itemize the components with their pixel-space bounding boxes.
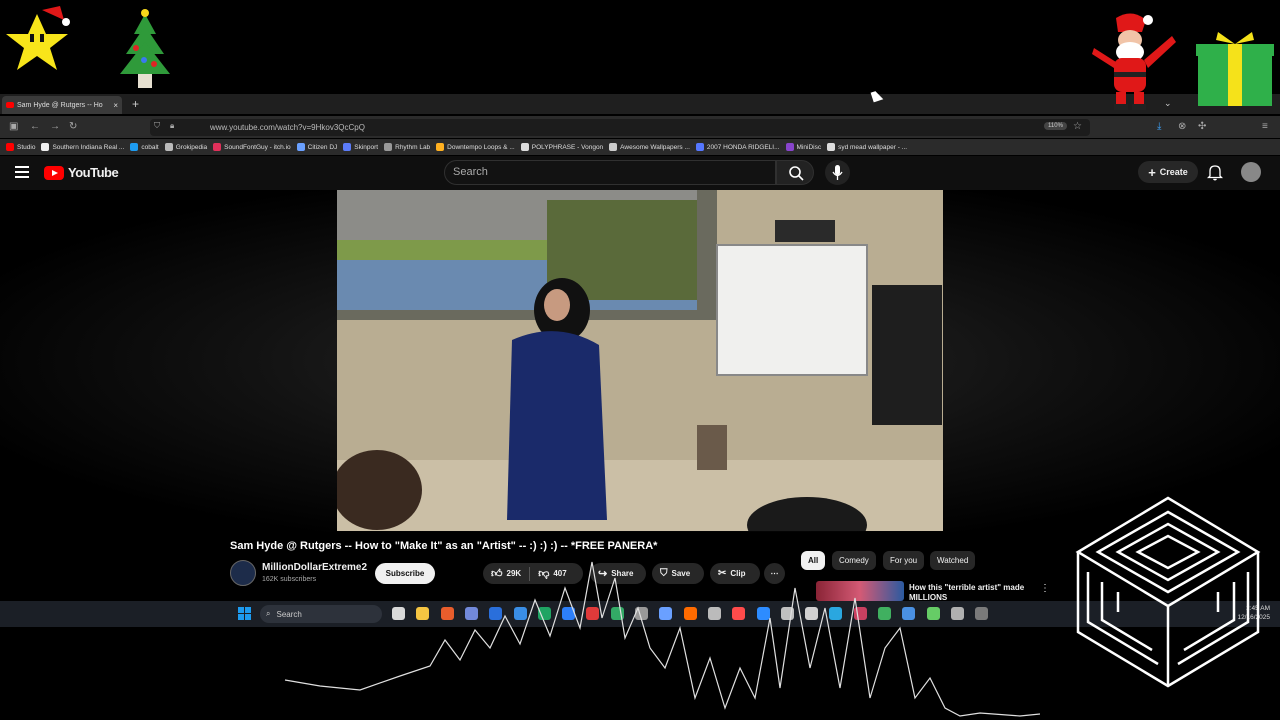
bookmark-favicon-icon bbox=[520, 143, 529, 151]
url-text[interactable]: www.youtube.com/watch?v=9Hkov3QcCpQ bbox=[210, 123, 365, 132]
bookmark-item[interactable]: Studio bbox=[6, 143, 35, 151]
youtube-favicon-icon bbox=[6, 102, 14, 108]
search-box[interactable] bbox=[444, 160, 776, 185]
bookmark-favicon-icon bbox=[41, 143, 50, 151]
bookmark-label: Southern Indiana Real ... bbox=[52, 143, 125, 151]
bookmark-item[interactable]: cobalt bbox=[130, 143, 159, 151]
bookmark-label: POLYPHRASE - Vongon bbox=[531, 143, 604, 151]
bookmark-item[interactable]: MiniDisc bbox=[785, 143, 822, 151]
audio-waveform-visualizer bbox=[284, 561, 1040, 717]
create-button[interactable]: + Create bbox=[1138, 161, 1198, 183]
video-frame bbox=[337, 190, 943, 531]
bookmark-label: Skinport bbox=[354, 143, 379, 151]
tab-title: Sam Hyde @ Rutgers -- Ho bbox=[17, 101, 103, 109]
zoom-badge[interactable]: 110% bbox=[1044, 122, 1067, 130]
recommended-more-icon[interactable]: ⋮ bbox=[1040, 583, 1050, 594]
notifications-bell-icon[interactable] bbox=[1207, 163, 1223, 181]
bookmark-item[interactable]: syd mead wallpaper - ... bbox=[827, 143, 907, 151]
voice-search-button[interactable] bbox=[825, 160, 850, 185]
pixel-tree-icon bbox=[120, 9, 170, 88]
bookmark-label: 2007 HONDA RIDGELI... bbox=[706, 143, 780, 151]
bookmark-favicon-icon bbox=[695, 143, 704, 151]
search-icon bbox=[789, 166, 804, 181]
channel-avatar[interactable] bbox=[230, 560, 256, 586]
hamburger-menu-icon[interactable] bbox=[15, 166, 29, 178]
bookmark-item[interactable]: 2007 HONDA RIDGELI... bbox=[695, 143, 780, 151]
bookmark-star-icon[interactable]: ☆ bbox=[1073, 121, 1082, 132]
forward-icon[interactable]: → bbox=[50, 121, 60, 132]
bookmark-favicon-icon bbox=[343, 143, 352, 151]
bookmarks-bar: Studio Southern Indiana Real ... cobalt Gro… bbox=[0, 139, 1280, 155]
bookmark-label: Citizen DJ bbox=[307, 143, 338, 151]
bookmark-label: cobalt bbox=[141, 143, 159, 151]
bookmark-favicon-icon bbox=[436, 143, 445, 151]
bookmark-favicon-icon bbox=[213, 143, 222, 151]
create-label: Create bbox=[1159, 167, 1188, 177]
bookmark-favicon-icon bbox=[130, 143, 139, 151]
bookmark-favicon-icon bbox=[164, 143, 173, 151]
bookmark-favicon-icon bbox=[6, 143, 14, 151]
bookmark-item[interactable]: Southern Indiana Real ... bbox=[41, 143, 124, 151]
app-menu-icon[interactable]: ≡ bbox=[1262, 121, 1268, 132]
youtube-play-icon bbox=[44, 165, 64, 180]
youtube-logo[interactable]: YouTube bbox=[44, 165, 119, 180]
bookmark-label: MiniDisc bbox=[796, 143, 822, 151]
download-icon[interactable]: ⤓ bbox=[1157, 121, 1161, 132]
lock-icon[interactable]: 🔒︎ bbox=[170, 121, 174, 131]
bookmark-item[interactable]: Downtempo Loops & ... bbox=[436, 143, 515, 151]
bookmark-favicon-icon bbox=[296, 143, 305, 151]
youtube-logo-text: YouTube bbox=[68, 165, 119, 180]
new-tab-button[interactable]: + bbox=[132, 97, 139, 111]
bookmark-label: SoundFontGuy - itch.io bbox=[224, 143, 291, 151]
bookmark-item[interactable]: SoundFontGuy - itch.io bbox=[213, 143, 291, 151]
bookmark-favicon-icon bbox=[827, 143, 836, 151]
extension-icon[interactable]: ⊗ bbox=[1178, 121, 1186, 132]
bookmark-favicon-icon bbox=[609, 143, 618, 151]
santa-icon bbox=[1092, 13, 1176, 110]
gift-box-icon bbox=[1196, 32, 1274, 106]
windows-start-icon[interactable] bbox=[238, 607, 252, 621]
tab-close-icon[interactable]: × bbox=[113, 101, 118, 110]
back-icon[interactable]: ← bbox=[30, 121, 40, 132]
bookmark-item[interactable]: Citizen DJ bbox=[296, 143, 338, 151]
reload-icon[interactable]: ↻ bbox=[69, 121, 77, 132]
taskbar-search-icon: ⌕ bbox=[266, 609, 271, 618]
account-avatar[interactable] bbox=[1241, 162, 1261, 182]
sidebar-toggle-icon[interactable]: ▣ bbox=[9, 121, 18, 132]
bookmark-favicon-icon bbox=[384, 143, 393, 151]
bookmark-item[interactable]: Skinport bbox=[343, 143, 378, 151]
pixel-star-icon bbox=[6, 6, 70, 70]
search-button[interactable] bbox=[776, 160, 814, 185]
bookmark-label: Downtempo Loops & ... bbox=[447, 143, 515, 151]
bookmark-label: Grokipedia bbox=[175, 143, 208, 151]
bookmark-item[interactable]: Awesome Wallpapers ... bbox=[609, 143, 690, 151]
browser-tab[interactable]: Sam Hyde @ Rutgers -- Ho × bbox=[2, 96, 122, 114]
bookmark-label: Rhythm Lab bbox=[395, 143, 431, 151]
bookmark-label: Awesome Wallpapers ... bbox=[620, 143, 690, 151]
bookmark-favicon-icon bbox=[785, 143, 794, 151]
shield-icon[interactable]: ⛉ bbox=[154, 121, 160, 131]
plus-icon: + bbox=[1148, 164, 1156, 180]
wireframe-maze-cube-icon bbox=[1075, 496, 1261, 688]
bookmark-label: Studio bbox=[17, 143, 36, 151]
bookmark-item[interactable]: POLYPHRASE - Vongon bbox=[520, 143, 604, 151]
puzzle-icon[interactable]: ✣ bbox=[1198, 121, 1206, 132]
search-input[interactable]: Search bbox=[453, 166, 488, 178]
microphone-icon bbox=[832, 165, 843, 180]
video-player[interactable] bbox=[337, 190, 943, 531]
bookmark-label: syd mead wallpaper - ... bbox=[838, 143, 908, 151]
bookmark-item[interactable]: Rhythm Lab bbox=[384, 143, 430, 151]
bookmark-item[interactable]: Grokipedia bbox=[164, 143, 208, 151]
